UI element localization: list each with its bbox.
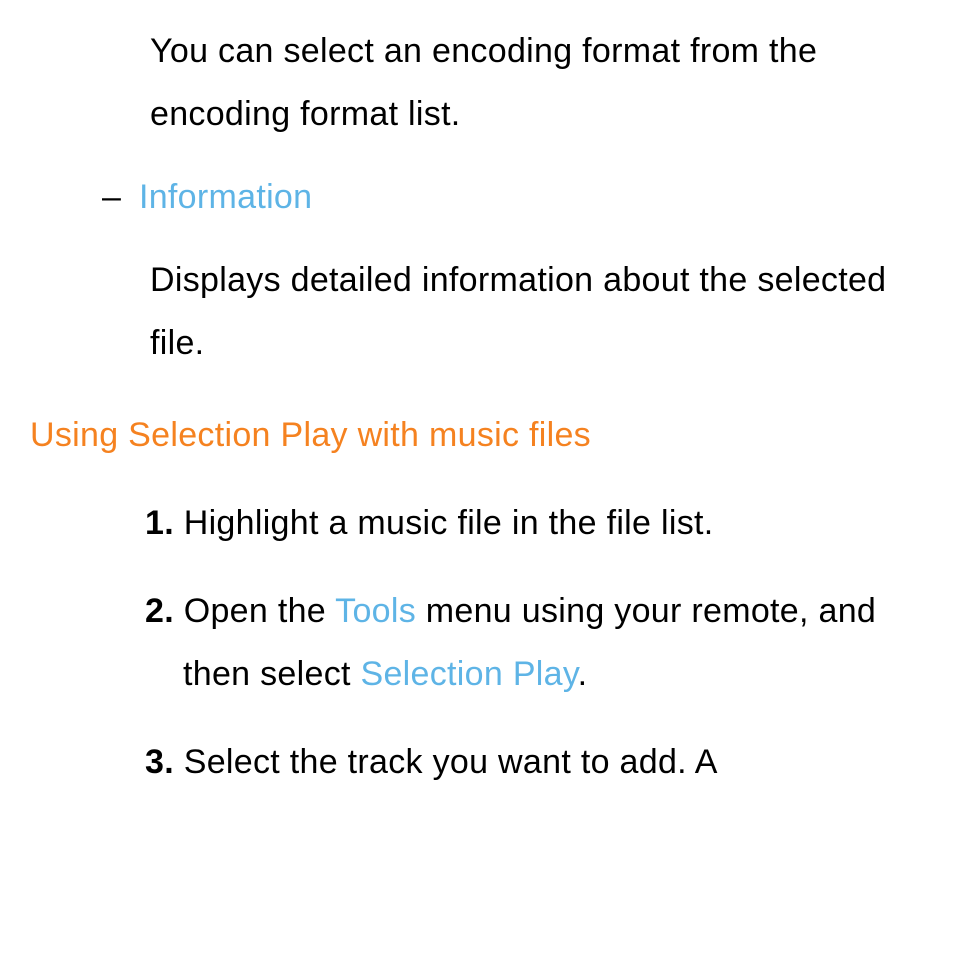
information-label: Information bbox=[139, 178, 312, 216]
step-3-text: Select the track you want to add. A bbox=[184, 743, 718, 781]
step-2: 2. Open the Tools menu using your remote… bbox=[145, 580, 924, 706]
dash-marker: – bbox=[102, 178, 121, 216]
step-2-suffix: . bbox=[578, 655, 588, 693]
tools-term: Tools bbox=[335, 592, 416, 630]
information-description: Displays detailed information about the … bbox=[30, 249, 924, 375]
step-1-number: 1. bbox=[145, 504, 174, 542]
step-2-prefix: Open the bbox=[184, 592, 335, 630]
section-heading: Using Selection Play with music files bbox=[30, 404, 924, 467]
paragraph-text: You can select an encoding format from t… bbox=[150, 32, 817, 133]
information-item: – Information bbox=[30, 166, 924, 229]
step-3-number: 3. bbox=[145, 743, 174, 781]
selection-play-term: Selection Play bbox=[361, 655, 578, 693]
step-1-text: Highlight a music file in the file list. bbox=[184, 504, 714, 542]
steps-list: 1. Highlight a music file in the file li… bbox=[30, 492, 924, 794]
section-heading-text: Using Selection Play with music files bbox=[30, 416, 591, 454]
step-1: 1. Highlight a music file in the file li… bbox=[145, 492, 924, 555]
step-3: 3. Select the track you want to add. A bbox=[145, 731, 924, 794]
information-desc-text: Displays detailed information about the … bbox=[150, 261, 886, 362]
step-2-number: 2. bbox=[145, 592, 174, 630]
encoding-format-paragraph: You can select an encoding format from t… bbox=[30, 20, 924, 146]
